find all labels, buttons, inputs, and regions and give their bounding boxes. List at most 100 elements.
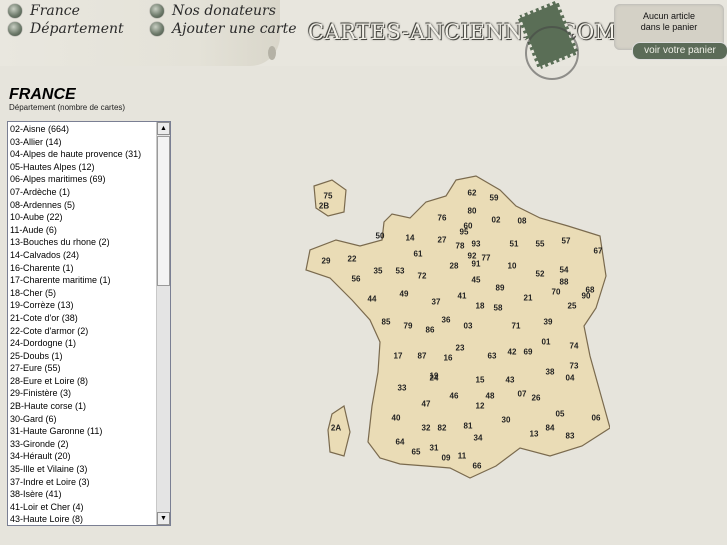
department-label[interactable]: 63 [488, 352, 497, 361]
department-label[interactable]: 22 [348, 255, 357, 264]
nav-donateurs[interactable]: Nos donateurs [150, 3, 276, 19]
list-item[interactable]: 30-Gard (6) [9, 413, 170, 426]
department-label[interactable]: 04 [566, 374, 575, 383]
department-label[interactable]: 91 [472, 260, 481, 269]
list-item[interactable]: 03-Allier (14) [9, 136, 170, 149]
department-label[interactable]: 37 [432, 298, 441, 307]
department-label[interactable]: 76 [438, 214, 447, 223]
department-label[interactable]: 87 [418, 352, 427, 361]
department-label[interactable]: 33 [398, 384, 407, 393]
department-label[interactable]: 36 [442, 316, 451, 325]
list-item[interactable]: 38-Isère (41) [9, 488, 170, 501]
department-label[interactable]: 21 [524, 294, 533, 303]
department-label[interactable]: 05 [556, 410, 565, 419]
department-label[interactable]: 55 [536, 240, 545, 249]
department-label[interactable]: 56 [352, 275, 361, 284]
list-item[interactable]: 07-Ardèche (1) [9, 186, 170, 199]
department-label[interactable]: 88 [560, 278, 569, 287]
department-label[interactable]: 59 [490, 194, 499, 203]
department-label[interactable]: 77 [482, 254, 491, 263]
list-item[interactable]: 13-Bouches du rhone (2) [9, 236, 170, 249]
list-item[interactable]: 11-Aude (6) [9, 224, 170, 237]
department-label[interactable]: 52 [536, 270, 545, 279]
department-label[interactable]: 48 [486, 392, 495, 401]
list-item[interactable]: 27-Eure (55) [9, 362, 170, 375]
department-label[interactable]: 66 [473, 462, 482, 471]
department-label[interactable]: 13 [530, 430, 539, 439]
department-label[interactable]: 39 [544, 318, 553, 327]
france-map[interactable]: 62 59 80 02 08 76 60 14 27 95 78 93 92 91 50 61 28 77 51 55… [300, 166, 611, 491]
scroll-up-button[interactable]: ▲ [157, 122, 170, 135]
list-item[interactable]: 17-Charente maritime (1) [9, 274, 170, 287]
department-label[interactable]: 70 [552, 288, 561, 297]
department-label[interactable]: 02 [492, 216, 501, 225]
list-item[interactable]: 41-Loir et Cher (4) [9, 501, 170, 514]
list-item[interactable]: 05-Hautes Alpes (12) [9, 161, 170, 174]
view-cart-button[interactable]: voir votre panier [632, 42, 727, 60]
department-label[interactable]: 27 [438, 236, 447, 245]
list-item[interactable]: 43-Haute Loire (8) [9, 513, 170, 525]
department-label[interactable]: 34 [474, 434, 483, 443]
department-label[interactable]: 30 [502, 416, 511, 425]
list-item[interactable]: 29-Finistère (3) [9, 387, 170, 400]
department-label[interactable]: 83 [566, 432, 575, 441]
list-item[interactable]: 21-Cote d'or (38) [9, 312, 170, 325]
list-item[interactable]: 16-Charente (1) [9, 262, 170, 275]
department-label[interactable]: 45 [472, 276, 481, 285]
department-label[interactable]: 62 [468, 189, 477, 198]
department-label[interactable]: 80 [468, 207, 477, 216]
scroll-thumb[interactable] [157, 136, 170, 286]
department-label[interactable]: 49 [400, 290, 409, 299]
nav-france[interactable]: France [8, 3, 80, 19]
department-list[interactable]: 02-Aisne (664) 03-Allier (14) 04-Alpes de … [7, 121, 171, 526]
department-label[interactable]: 28 [450, 262, 459, 271]
department-label[interactable]: 40 [392, 414, 401, 423]
nav-ajouter-carte[interactable]: Ajouter une carte [150, 21, 297, 37]
department-label[interactable]: 31 [430, 444, 439, 453]
department-label[interactable]: 15 [476, 376, 485, 385]
list-item[interactable]: 28-Eure et Loire (8) [9, 375, 170, 388]
department-label[interactable]: 47 [422, 400, 431, 409]
department-label[interactable]: 43 [506, 376, 515, 385]
department-label[interactable]: 51 [510, 240, 519, 249]
department-label[interactable]: 65 [412, 448, 421, 457]
list-item[interactable]: 35-Ille et Vilaine (3) [9, 463, 170, 476]
list-item[interactable]: 31-Haute Garonne (11) [9, 425, 170, 438]
department-label[interactable]: 54 [560, 266, 569, 275]
department-label[interactable]: 12 [476, 402, 485, 411]
list-item[interactable]: 19-Corrèze (13) [9, 299, 170, 312]
department-label[interactable]: 78 [456, 242, 465, 251]
department-label[interactable]: 14 [406, 234, 415, 243]
list-item[interactable]: 24-Dordogne (1) [9, 337, 170, 350]
department-label[interactable]: 35 [374, 267, 383, 276]
department-label[interactable]: 69 [524, 348, 533, 357]
department-label[interactable]: 41 [458, 292, 467, 301]
department-label[interactable]: 81 [464, 422, 473, 431]
department-label[interactable]: 50 [376, 232, 385, 241]
department-label[interactable]: 90 [582, 292, 591, 301]
department-label[interactable]: 85 [382, 318, 391, 327]
list-item[interactable]: 18-Cher (5) [9, 287, 170, 300]
department-label[interactable]: 72 [418, 272, 427, 281]
department-label[interactable]: 38 [546, 368, 555, 377]
nav-departement[interactable]: Département [8, 21, 124, 37]
department-label[interactable]: 17 [394, 352, 403, 361]
list-item[interactable]: 25-Doubs (1) [9, 350, 170, 363]
department-label[interactable]: 84 [546, 424, 555, 433]
department-label[interactable]: 03 [464, 322, 473, 331]
scroll-down-button[interactable]: ▼ [157, 512, 170, 525]
department-label[interactable]: 16 [444, 354, 453, 363]
department-label[interactable]: 71 [512, 322, 521, 331]
department-label[interactable]: 06 [592, 414, 601, 423]
department-label[interactable]: 61 [414, 250, 423, 259]
department-label[interactable]: 32 [422, 424, 431, 433]
list-item[interactable]: 2B-Haute corse (1) [9, 400, 170, 413]
department-label[interactable]: 2B [319, 202, 329, 211]
department-label[interactable]: 95 [460, 228, 469, 237]
department-label[interactable]: 29 [322, 257, 331, 266]
list-item[interactable]: 10-Aube (22) [9, 211, 170, 224]
department-label[interactable]: 53 [396, 267, 405, 276]
department-label[interactable]: 18 [476, 302, 485, 311]
department-label[interactable]: 67 [594, 247, 603, 256]
department-label[interactable]: 74 [570, 342, 579, 351]
